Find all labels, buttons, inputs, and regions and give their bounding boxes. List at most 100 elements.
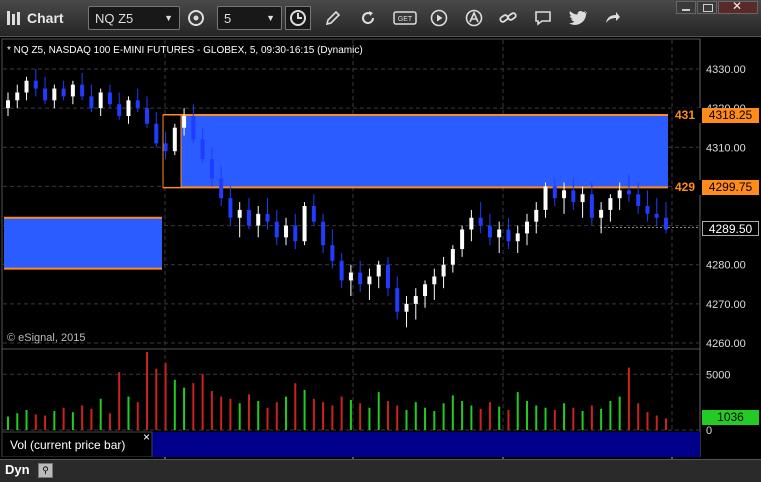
candle-body bbox=[228, 198, 233, 218]
get-data-button[interactable]: GET bbox=[392, 6, 418, 30]
candle-body bbox=[219, 178, 224, 199]
candle-body bbox=[552, 186, 557, 199]
candle-body bbox=[200, 139, 205, 160]
close-icon: ✕ bbox=[732, 0, 743, 13]
comment-icon bbox=[535, 11, 551, 26]
candle-body bbox=[432, 276, 437, 285]
price-panel[interactable] bbox=[1, 38, 701, 350]
candle-body bbox=[413, 296, 418, 304]
candle-body bbox=[645, 206, 650, 214]
dynamic-mode-label[interactable]: Dyn bbox=[5, 462, 30, 477]
price-tick-label: 4310.00 bbox=[706, 142, 746, 154]
candle-body bbox=[126, 100, 131, 116]
candle-body bbox=[135, 100, 140, 109]
get-icon: GET bbox=[393, 11, 417, 25]
chart-canvas[interactable]: * NQ Z5, NASDAQ 100 E-MINI FUTURES - GLO… bbox=[0, 37, 761, 481]
upper-zone-price-tag: 4318.25 bbox=[702, 108, 759, 123]
candle-body bbox=[543, 186, 548, 210]
candle-body bbox=[24, 80, 29, 93]
interval-clock-button[interactable] bbox=[285, 6, 311, 30]
remove-study-icon[interactable]: × bbox=[143, 430, 150, 444]
lower-zone-price-tag: 4299.75 bbox=[702, 180, 759, 195]
candle-body bbox=[33, 80, 38, 89]
candle-body bbox=[98, 92, 103, 109]
candle-body bbox=[52, 88, 57, 101]
comment-button[interactable] bbox=[532, 6, 554, 30]
candle-body bbox=[571, 190, 576, 203]
candle-body bbox=[256, 213, 261, 226]
refresh-button[interactable] bbox=[357, 6, 379, 30]
price-tick-label: 4330.00 bbox=[706, 64, 746, 76]
price-tick-label: 4260.00 bbox=[706, 338, 746, 350]
interval-dropdown-icon[interactable]: ▼ bbox=[266, 13, 275, 23]
get-icon-label: GET bbox=[398, 16, 413, 23]
price-tick-label: 4280.00 bbox=[706, 260, 746, 272]
symbol-settings-button[interactable] bbox=[183, 6, 209, 30]
candle-body bbox=[339, 260, 344, 281]
status-bar: Dyn ⚲ bbox=[0, 459, 761, 482]
candle-body bbox=[404, 303, 409, 312]
symbol-dropdown-icon[interactable]: ▼ bbox=[164, 13, 173, 23]
candle-body bbox=[636, 194, 641, 206]
lower-zone-left-tag: 429 bbox=[675, 180, 703, 195]
last-price-tag: 4289.50 bbox=[702, 221, 759, 236]
candle-body bbox=[43, 88, 48, 101]
clock-icon bbox=[290, 10, 306, 26]
candle-body bbox=[274, 221, 279, 238]
volume-study-label: Vol (current price bar) bbox=[10, 438, 125, 452]
candle-body bbox=[246, 209, 251, 226]
pencil-icon bbox=[325, 10, 341, 26]
chart-header: * NQ Z5, NASDAQ 100 E-MINI FUTURES - GLO… bbox=[7, 45, 363, 56]
candle-body bbox=[330, 245, 335, 261]
candle-body bbox=[626, 190, 631, 195]
candle-body bbox=[107, 92, 112, 105]
close-window-button[interactable]: ✕ bbox=[718, 0, 758, 14]
candle-body bbox=[515, 233, 520, 242]
candle-body bbox=[117, 104, 122, 116]
candle-body bbox=[265, 213, 270, 222]
candle-body bbox=[423, 284, 428, 297]
price-tick-label: 4270.00 bbox=[706, 299, 746, 311]
candle-body bbox=[172, 127, 177, 152]
volume-tick-label: 5000 bbox=[706, 369, 730, 381]
link-button[interactable] bbox=[496, 6, 520, 30]
supply-demand-zone bbox=[4, 217, 162, 269]
share-button[interactable] bbox=[601, 6, 623, 30]
window-title: Chart bbox=[27, 10, 64, 26]
toolbar: Chart NQ Z5 ▼ 5 ▼ GET ✕ bbox=[0, 0, 761, 37]
maximize-icon bbox=[703, 4, 713, 12]
alert-icon bbox=[465, 9, 483, 27]
link-icon bbox=[499, 12, 517, 23]
draw-tool-button[interactable] bbox=[322, 6, 344, 30]
symbol-input[interactable]: NQ Z5 ▼ bbox=[88, 6, 180, 30]
twitter-button[interactable] bbox=[566, 6, 590, 30]
candle-body bbox=[460, 229, 465, 250]
candle-body bbox=[497, 229, 502, 238]
share-icon bbox=[606, 12, 620, 23]
play-icon bbox=[430, 9, 448, 27]
candle-body bbox=[237, 209, 242, 218]
lock-icon[interactable]: ⚲ bbox=[38, 463, 53, 478]
candle-body bbox=[487, 225, 492, 238]
candle-body bbox=[284, 225, 289, 238]
minimize-button[interactable] bbox=[676, 1, 696, 14]
candle-body bbox=[617, 190, 622, 199]
refresh-icon bbox=[362, 11, 375, 25]
candle-body bbox=[608, 198, 613, 210]
interval-input[interactable]: 5 ▼ bbox=[217, 6, 282, 30]
candle-body bbox=[15, 92, 20, 101]
candle-body bbox=[70, 84, 75, 97]
alert-button[interactable] bbox=[463, 6, 485, 30]
symbol-value: NQ Z5 bbox=[95, 10, 134, 26]
candle-body bbox=[154, 123, 159, 144]
candle-body bbox=[469, 217, 474, 230]
current-volume-tag: 1036 bbox=[702, 410, 759, 425]
candle-body bbox=[395, 288, 400, 312]
candle-body bbox=[163, 143, 168, 152]
candle-body bbox=[80, 84, 85, 97]
candle-body bbox=[367, 276, 372, 285]
play-button[interactable] bbox=[428, 6, 450, 30]
candle-body bbox=[478, 217, 483, 226]
candle-body bbox=[61, 88, 66, 97]
maximize-button[interactable] bbox=[697, 1, 717, 14]
